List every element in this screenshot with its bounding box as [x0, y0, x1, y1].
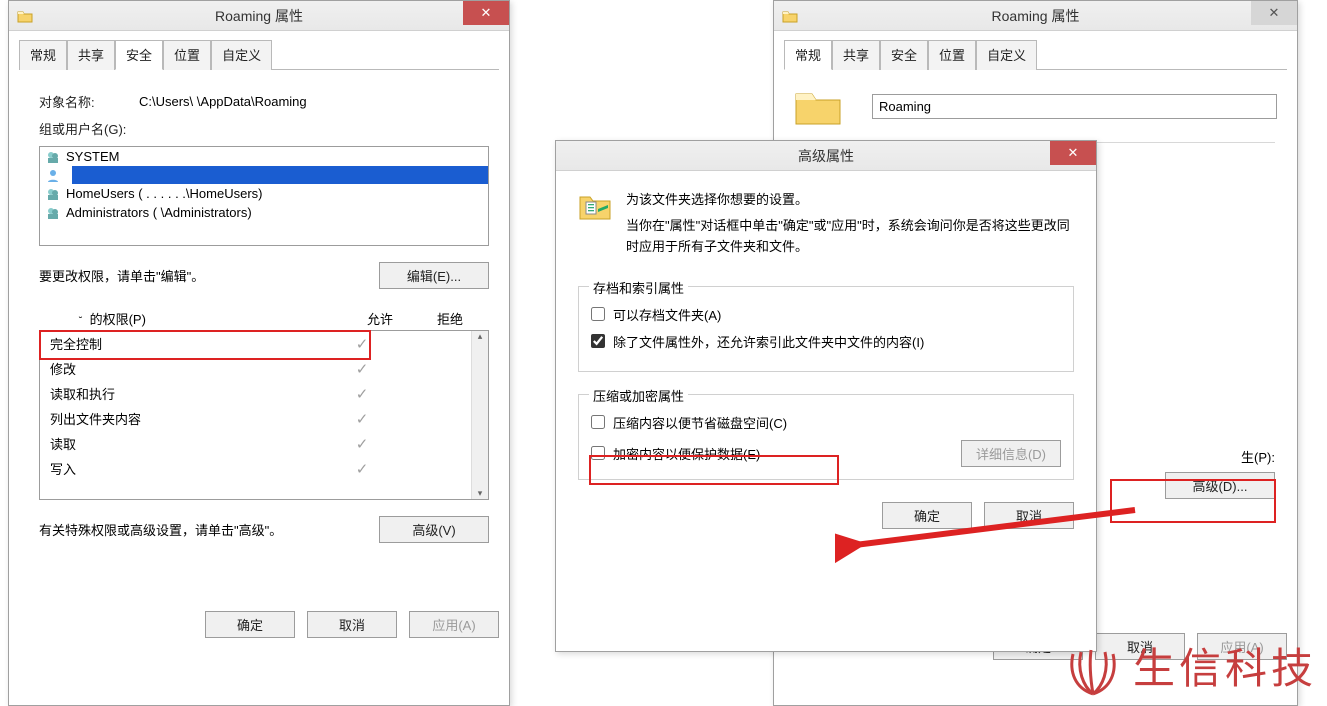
titlebar[interactable]: Roaming 属性 ✕: [774, 1, 1297, 31]
folder-name-input[interactable]: Roaming: [872, 94, 1277, 119]
group-title-archive: 存档和索引属性: [589, 278, 688, 297]
titlebar[interactable]: 高级属性 ✕: [556, 141, 1096, 171]
object-path: C:\Users\ \AppData\Roaming: [139, 94, 307, 109]
permission-row[interactable]: 读取✓: [40, 431, 471, 456]
folder-large-icon: [794, 86, 842, 126]
tab-strip: 常规 共享 安全 位置 自定义: [784, 39, 1287, 70]
apply-button[interactable]: 应用(A): [1197, 633, 1287, 660]
window-title: Roaming 属性: [774, 6, 1297, 26]
ok-button[interactable]: 确定: [205, 611, 295, 638]
cb-compress[interactable]: 压缩内容以便节省磁盘空间(C): [591, 413, 1061, 432]
tab-customize[interactable]: 自定义: [211, 40, 272, 70]
settings-folder-icon: [578, 189, 612, 223]
user-row-administrators[interactable]: Administrators ( \Administrators): [40, 203, 488, 222]
cb-index[interactable]: 除了文件属性外，还允许索引此文件夹中文件的内容(I): [591, 332, 1061, 351]
window-title: Roaming 属性: [9, 6, 509, 26]
permissions-header: ˘ 的权限(P) 允许 拒绝: [39, 307, 489, 330]
tab-security[interactable]: 安全: [880, 40, 928, 70]
scrollbar[interactable]: [471, 331, 488, 499]
folder-icon: [17, 9, 33, 23]
cb-compress-input[interactable]: [591, 415, 605, 429]
cb-archive[interactable]: 可以存档文件夹(A): [591, 305, 1061, 324]
cancel-button[interactable]: 取消: [307, 611, 397, 638]
permission-row[interactable]: 写入✓: [40, 456, 471, 481]
group-icon: [46, 187, 60, 201]
close-button[interactable]: ✕: [1050, 141, 1096, 165]
tab-strip: 常规 共享 安全 位置 自定义: [19, 39, 499, 70]
advanced-button[interactable]: 高级(V): [379, 516, 489, 543]
advanced-hint: 有关特殊权限或高级设置，请单击"高级"。: [39, 520, 282, 539]
apply-button[interactable]: 应用(A): [409, 611, 499, 638]
allow-check-icon: ✓: [327, 360, 397, 378]
perm-name: 写入: [50, 459, 327, 478]
compress-encrypt-group: 压缩或加密属性 压缩内容以便节省磁盘空间(C) 加密内容以便保护数据(E) 详细…: [578, 394, 1074, 480]
edit-hint: 要更改权限，请单击"编辑"。: [39, 266, 204, 285]
permission-row[interactable]: 完全控制✓: [40, 331, 471, 356]
group-title-compress: 压缩或加密属性: [589, 386, 688, 405]
user-row-homeusers[interactable]: HomeUsers ( . . . . . .\HomeUsers): [40, 184, 488, 203]
archive-index-group: 存档和索引属性 可以存档文件夹(A) 除了文件属性外，还允许索引此文件夹中文件的…: [578, 286, 1074, 372]
allow-check-icon: ✓: [327, 410, 397, 428]
allow-check-icon: ✓: [327, 335, 397, 353]
permission-row[interactable]: 修改✓: [40, 356, 471, 381]
tab-general[interactable]: 常规: [784, 40, 832, 70]
tab-general[interactable]: 常规: [19, 40, 67, 70]
details-button[interactable]: 详细信息(D): [961, 440, 1061, 467]
cb-index-input[interactable]: [591, 334, 605, 348]
group-icon: [46, 150, 60, 164]
group-icon: [46, 206, 60, 220]
tab-location[interactable]: 位置: [163, 40, 211, 70]
allow-check-icon: ✓: [327, 385, 397, 403]
cb-encrypt[interactable]: 加密内容以便保护数据(E): [591, 444, 941, 463]
users-listbox[interactable]: SYSTEM HomeUsers ( . . . . . .\HomeUsers…: [39, 146, 489, 246]
permission-row[interactable]: 列出文件夹内容✓: [40, 406, 471, 431]
cancel-button[interactable]: 取消: [984, 502, 1074, 529]
folder-icon: [782, 9, 798, 23]
perm-name: 读取和执行: [50, 384, 327, 403]
tab-sharing[interactable]: 共享: [832, 40, 880, 70]
advanced-attributes-dialog: 高级属性 ✕ 为该文件夹选择你想要的设置。 当你在"属性"对话框中单击"确定"或…: [555, 140, 1097, 652]
user-row-system[interactable]: SYSTEM: [40, 147, 488, 166]
attributes-label-partial: 生(P):: [1241, 447, 1275, 466]
tab-location[interactable]: 位置: [928, 40, 976, 70]
ok-button[interactable]: 确定: [882, 502, 972, 529]
edit-button[interactable]: 编辑(E)...: [379, 262, 489, 289]
object-name-label: 对象名称:: [39, 92, 139, 111]
tab-security[interactable]: 安全: [115, 40, 163, 70]
permissions-listbox[interactable]: 完全控制✓修改✓读取和执行✓列出文件夹内容✓读取✓写入✓: [39, 330, 489, 500]
properties-window-security: Roaming 属性 ✕ 常规 共享 安全 位置 自定义 对象名称: C:\Us…: [8, 0, 510, 706]
titlebar[interactable]: Roaming 属性 ✕: [9, 1, 509, 31]
cancel-button[interactable]: 取消: [1095, 633, 1185, 660]
allow-check-icon: ✓: [327, 435, 397, 453]
cb-archive-input[interactable]: [591, 307, 605, 321]
tab-customize[interactable]: 自定义: [976, 40, 1037, 70]
perm-name: 修改: [50, 359, 327, 378]
close-button[interactable]: ✕: [1251, 1, 1297, 25]
close-button[interactable]: ✕: [463, 1, 509, 25]
perm-name: 列出文件夹内容: [50, 409, 327, 428]
user-icon: [46, 168, 60, 182]
tab-sharing[interactable]: 共享: [67, 40, 115, 70]
groups-users-label: 组或用户名(G):: [39, 119, 126, 138]
cb-encrypt-input[interactable]: [591, 446, 605, 460]
perm-name: 读取: [50, 434, 327, 453]
perm-name: 完全控制: [50, 334, 327, 353]
dialog-heading: 为该文件夹选择你想要的设置。: [626, 189, 1074, 208]
permission-row[interactable]: 读取和执行✓: [40, 381, 471, 406]
allow-check-icon: ✓: [327, 460, 397, 478]
dialog-subheading: 当你在"属性"对话框中单击"确定"或"应用"时，系统会询问你是否将这些更改同时应…: [626, 216, 1074, 258]
user-row-current[interactable]: [40, 166, 488, 184]
dialog-title: 高级属性: [556, 146, 1096, 166]
advanced-attributes-button[interactable]: 高级(D)...: [1165, 472, 1275, 499]
